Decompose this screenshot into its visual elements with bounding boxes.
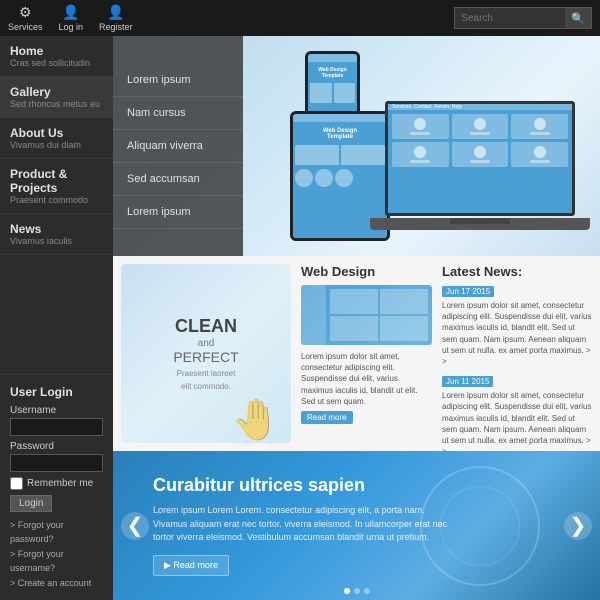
dropdown-item-3[interactable]: Sed accumsan	[113, 163, 243, 196]
forgot-password-link[interactable]: Forgot your password?	[10, 518, 103, 547]
top-bar: ⚙ Services 👤 Log in 👤 Register 🔍	[0, 0, 600, 36]
latest-news-section: Latest News: Jun 17 2015 Lorem ipsum dol…	[442, 264, 592, 443]
web-design-section: Web Design Lorem ipsum dolor sit amet, c…	[301, 264, 432, 443]
laptop-base	[370, 218, 590, 230]
login-button[interactable]: Login	[10, 495, 52, 512]
middle-section: CLEAN and PERFECT Praesent laoreet elit …	[113, 256, 600, 451]
search-button[interactable]: 🔍	[565, 8, 591, 28]
blue-banner: ❮ Curabitur ultrices sapien Lorem ipsum …	[113, 451, 600, 600]
banner-read-more-button[interactable]: Read more	[153, 555, 229, 576]
main-layout: Home Cras sed sollicitudin Gallery Sed r…	[0, 36, 600, 600]
read-more-button[interactable]: Read more	[301, 411, 353, 424]
search-bar: 🔍	[454, 7, 592, 29]
password-input[interactable]	[10, 454, 103, 472]
sidebar: Home Cras sed sollicitudin Gallery Sed r…	[0, 36, 113, 600]
wd-cell-2	[380, 289, 428, 314]
banner-next-button[interactable]: ❯	[564, 512, 592, 540]
login-nav[interactable]: 👤 Log in	[59, 4, 84, 32]
web-design-preview	[301, 285, 432, 345]
wd-cell-3	[330, 316, 378, 341]
services-nav[interactable]: ⚙ Services	[8, 4, 43, 32]
main-content: Lorem ipsum Nam cursus Aliquam viverra S…	[113, 36, 600, 600]
register-nav[interactable]: 👤 Register	[99, 4, 133, 32]
wd-cell-1	[330, 289, 378, 314]
create-account-link[interactable]: Create an account	[10, 576, 103, 590]
dropdown-menu: Lorem ipsum Nam cursus Aliquam viverra S…	[113, 36, 243, 256]
laptop-mockup: Services Contact Forum Help	[370, 101, 590, 246]
scroll-indicator	[344, 588, 370, 594]
login-links: Forgot your password? Forgot your userna…	[10, 518, 103, 590]
user-login-section: User Login Username Password Remember me…	[0, 374, 113, 600]
sidebar-item-home[interactable]: Home Cras sed sollicitudin	[0, 36, 113, 77]
dropdown-item-0[interactable]: Lorem ipsum	[113, 64, 243, 97]
wd-sidebar-mini	[301, 285, 326, 345]
login-icon: 👤	[62, 4, 79, 21]
remember-checkbox[interactable]	[10, 477, 23, 490]
sidebar-item-gallery[interactable]: Gallery Sed rhoncus metus eu	[0, 77, 113, 118]
sidebar-item-products[interactable]: Product & Projects Praesent commodo	[0, 159, 113, 214]
tablet-text-area: CLEAN and PERFECT Praesent laoreet elit …	[173, 316, 238, 391]
dot-2[interactable]	[354, 588, 360, 594]
hero-section: Lorem ipsum Nam cursus Aliquam viverra S…	[113, 36, 600, 256]
forgot-username-link[interactable]: Forgot your username?	[10, 547, 103, 576]
register-icon: 👤	[107, 4, 124, 21]
remember-me: Remember me	[10, 477, 103, 490]
hand-icon: 🤚	[231, 396, 281, 443]
dot-1[interactable]	[344, 588, 350, 594]
banner-prev-button[interactable]: ❮	[121, 512, 149, 540]
tablet-hand-area: CLEAN and PERFECT Praesent laoreet elit …	[121, 264, 291, 443]
dropdown-item-2[interactable]: Aliquam viverra	[113, 130, 243, 163]
dropdown-item-4[interactable]: Lorem ipsum	[113, 196, 243, 229]
devices-area: Web DesignTemplate Web DesignTemplate	[230, 46, 590, 246]
banner-content: Curabitur ultrices sapien Lorem ipsum Lo…	[153, 475, 453, 576]
news-item-0: Jun 17 2015 Lorem ipsum dolor sit amet, …	[442, 285, 592, 367]
laptop-screen: Services Contact Forum Help	[385, 101, 575, 216]
sidebar-item-news[interactable]: News Vivamus iaculis	[0, 214, 113, 255]
dot-3[interactable]	[364, 588, 370, 594]
sidebar-item-about[interactable]: About Us Vivamus dui diam	[0, 118, 113, 159]
wd-cell-4	[380, 316, 428, 341]
username-input[interactable]	[10, 418, 103, 436]
dropdown-item-1[interactable]: Nam cursus	[113, 97, 243, 130]
search-input[interactable]	[455, 11, 565, 26]
services-icon: ⚙	[19, 4, 32, 21]
news-item-1: Jun 11 2015 Lorem ipsum dolor sit amet, …	[442, 375, 592, 451]
wd-content	[326, 285, 432, 345]
